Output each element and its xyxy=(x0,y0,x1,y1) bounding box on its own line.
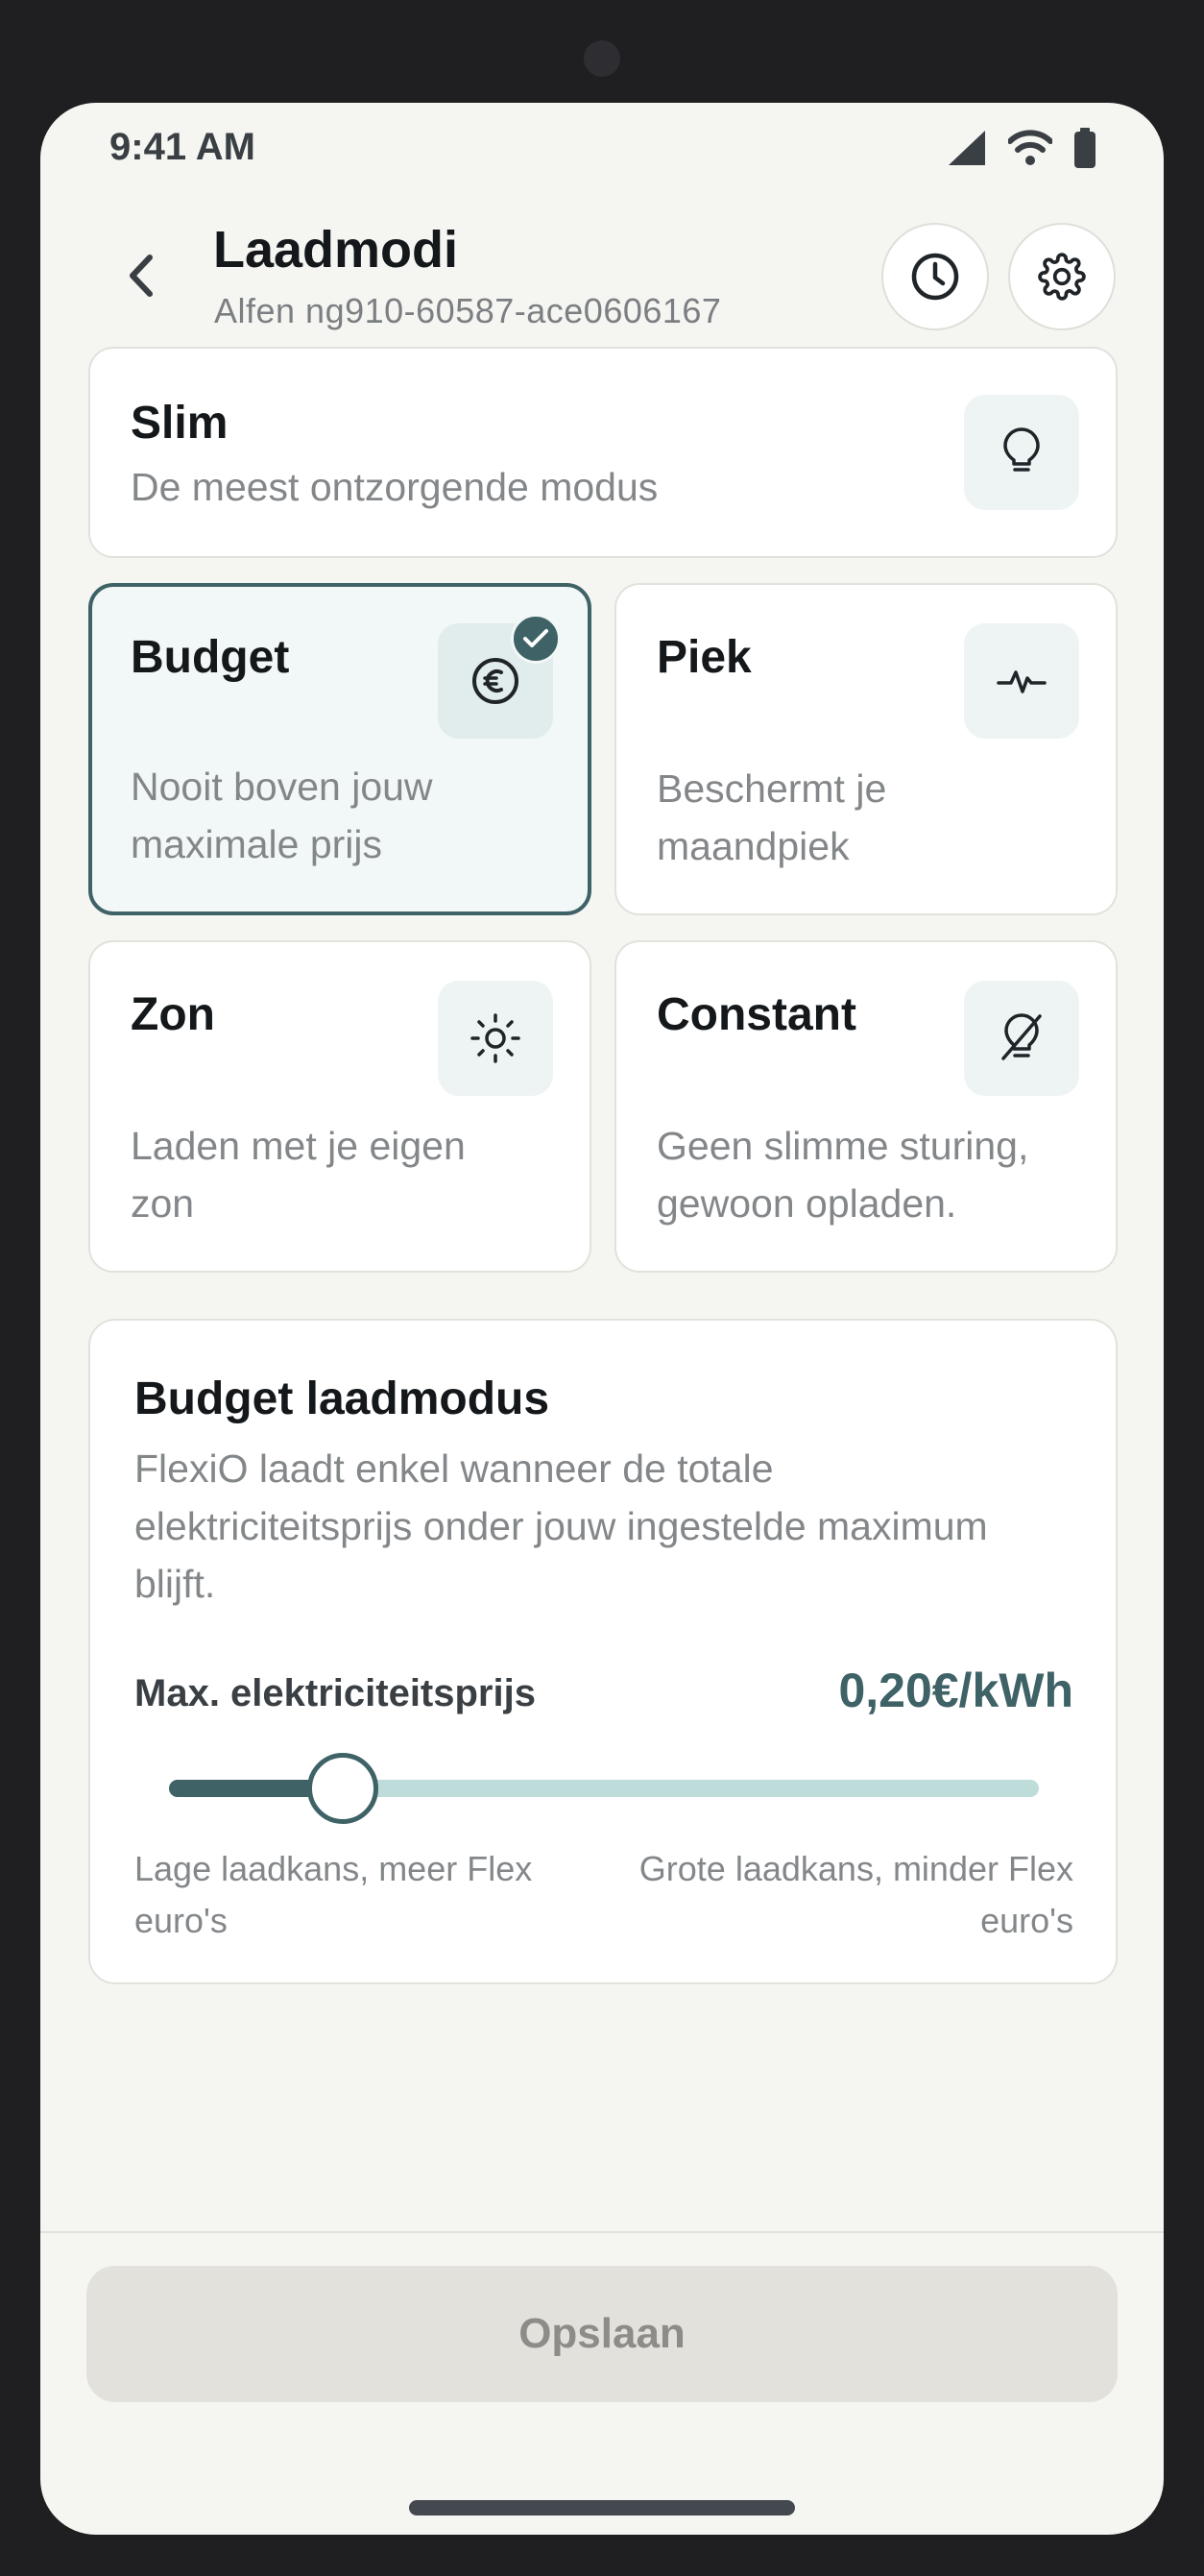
panel-title: Budget laadmodus xyxy=(134,1373,550,1424)
mode-title: Constant xyxy=(657,989,856,1040)
panel-description: FlexiO laadt enkel wanneer de totale ele… xyxy=(134,1446,988,1606)
mode-title: Piek xyxy=(657,632,752,683)
app-screen: 9:41 AM Laadmodi Alfen ng910-60587-ace06… xyxy=(40,103,1164,2535)
mode-description-line: Beschermt je xyxy=(657,766,887,811)
slider-hint-high: Grote laadkans, minder Flex euro's xyxy=(638,1849,1073,1940)
gear-icon xyxy=(1038,253,1086,301)
budget-settings-panel: Budget laadmodus FlexiO laadt enkel wann… xyxy=(88,1319,1118,1984)
slider-hint-low: Lage laadkans, meer Flex euro's xyxy=(134,1849,533,1940)
mode-description: Laden met je eigen zon xyxy=(131,1117,466,1232)
footer-divider xyxy=(40,2231,1164,2233)
check-icon xyxy=(511,614,561,664)
wifi-icon xyxy=(1008,130,1052,166)
cellular-signal-icon xyxy=(945,129,987,167)
chevron-left-icon xyxy=(130,255,153,297)
mode-description-line: maximale prijs xyxy=(131,822,382,866)
charger-id: Alfen ng910-60587-ace0606167 xyxy=(214,291,722,330)
mode-card-piek[interactable]: Piek Beschermt je maandpiek xyxy=(614,583,1118,915)
mode-card-slim[interactable]: Slim De meest ontzorgende modus xyxy=(88,347,1118,558)
settings-button[interactable] xyxy=(1008,223,1116,330)
mode-title: Budget xyxy=(131,632,290,683)
mode-card-constant[interactable]: Constant Geen slimme sturing, gewoon opl… xyxy=(614,940,1118,1273)
mode-description: De meest ontzorgende modus xyxy=(131,465,659,509)
mode-description: Nooit boven jouw maximale prijs xyxy=(131,758,433,873)
clock-icon xyxy=(911,253,959,301)
mode-title: Slim xyxy=(131,398,229,449)
price-slider-thumb[interactable] xyxy=(307,1753,379,1824)
mode-title: Zon xyxy=(131,989,215,1040)
mode-description-line: Nooit boven jouw xyxy=(131,765,433,809)
lightbulb-off-icon xyxy=(964,981,1079,1096)
back-button[interactable] xyxy=(117,247,165,304)
history-button[interactable] xyxy=(881,223,989,330)
phone-frame: 9:41 AM Laadmodi Alfen ng910-60587-ace06… xyxy=(0,0,1204,2576)
max-price-value: 0,20€/kWh xyxy=(838,1664,1073,1717)
mode-description: Beschermt je maandpiek xyxy=(657,760,886,875)
mode-description: Geen slimme sturing, gewoon opladen. xyxy=(657,1117,1028,1232)
battery-icon xyxy=(1073,128,1096,168)
mode-card-zon[interactable]: Zon Laden met je eigen zon xyxy=(88,940,591,1273)
front-camera xyxy=(584,40,620,77)
home-indicator xyxy=(409,2500,795,2515)
mode-description-line: Geen slimme sturing, xyxy=(657,1124,1029,1168)
mode-description-line: zon xyxy=(131,1181,195,1226)
status-time: 9:41 AM xyxy=(109,126,255,168)
save-button[interactable]: Opslaan xyxy=(86,2266,1118,2402)
page-title: Laadmodi xyxy=(213,221,459,279)
mode-description-line: maandpiek xyxy=(657,824,850,868)
lightbulb-icon xyxy=(964,395,1079,510)
mode-card-budget[interactable]: Budget Nooit boven jouw maximale prijs xyxy=(88,583,591,915)
mode-description-line: gewoon opladen. xyxy=(657,1181,957,1226)
mode-description-line: Laden met je eigen xyxy=(131,1124,466,1168)
max-price-label: Max. elektriciteitsprijs xyxy=(134,1672,536,1714)
price-slider-track[interactable] xyxy=(169,1780,1039,1797)
status-icons xyxy=(945,128,1096,168)
sun-icon xyxy=(438,981,553,1096)
pulse-icon xyxy=(964,623,1079,739)
